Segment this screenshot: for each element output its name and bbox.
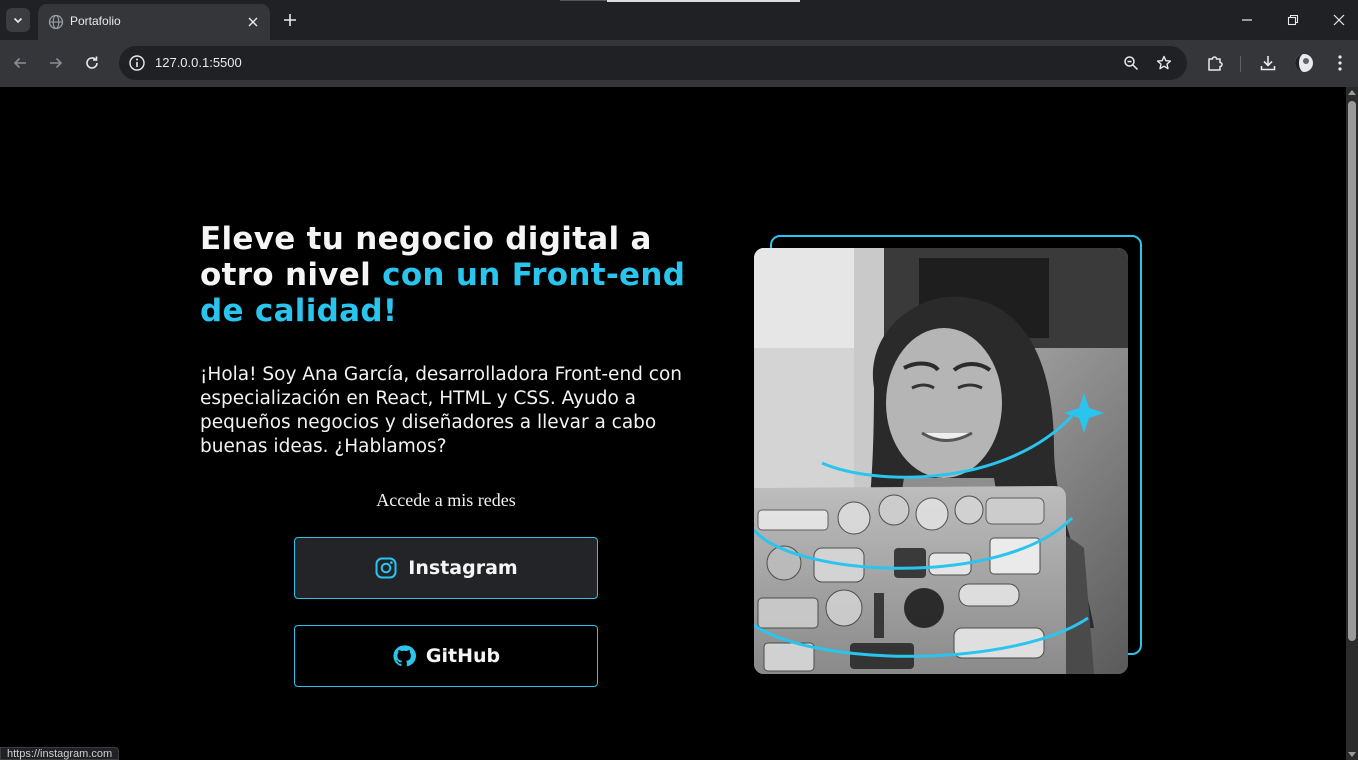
intro-paragraph: ¡Hola! Soy Ana García, desarrolladora Fr… [200, 364, 683, 457]
extensions-icon [1208, 56, 1223, 71]
portfolio-page: Eleve tu negocio digital a otro nivel co… [0, 87, 1346, 760]
extensions-button[interactable] [1204, 52, 1226, 74]
instagram-icon [375, 557, 397, 579]
toolbar-divider [1240, 56, 1241, 72]
instagram-button[interactable]: Instagram [294, 537, 598, 599]
globe-favicon-icon [48, 14, 64, 30]
portrait-illustration [754, 248, 1128, 674]
info-icon[interactable] [128, 54, 146, 72]
zoom-icon [1124, 56, 1139, 71]
back-arrow-icon [13, 57, 26, 69]
new-tab-button[interactable] [279, 9, 301, 31]
download-icon [1260, 56, 1276, 71]
url-text[interactable]: 127.0.0.1:5500 [155, 55, 242, 70]
bookmark-button[interactable] [1155, 54, 1173, 72]
github-icon [393, 645, 416, 667]
star-icon [1156, 55, 1172, 70]
address-bar[interactable]: 127.0.0.1:5500 [119, 46, 1187, 80]
scrollbar-thumb[interactable] [1348, 101, 1356, 641]
restore-icon [1287, 14, 1299, 26]
minimize-button[interactable] [1232, 8, 1262, 32]
tab-strip-edge [560, 0, 607, 1]
page-scrollbar[interactable] [1346, 87, 1358, 760]
back-button[interactable] [9, 52, 31, 74]
reload-button[interactable] [81, 52, 103, 74]
instagram-label: Instagram [408, 557, 518, 579]
reload-icon [86, 56, 98, 69]
profile-icon [1295, 54, 1313, 72]
browser-toolbar: 127.0.0.1:5500 [0, 40, 1358, 87]
tab-strip-edge [607, 0, 800, 2]
tab-title: Portafolio [70, 14, 121, 28]
scroll-down-arrow[interactable] [1348, 752, 1356, 757]
downloads-button[interactable] [1257, 52, 1279, 74]
profile-button[interactable] [1293, 52, 1315, 74]
restore-button[interactable] [1278, 8, 1308, 32]
browser-tab-strip: Portafolio [0, 0, 1358, 40]
plus-icon [284, 14, 296, 26]
chevron-down-icon [13, 17, 23, 24]
tab-search-button[interactable] [6, 8, 30, 32]
scroll-up-arrow[interactable] [1348, 90, 1356, 95]
close-window-button[interactable] [1324, 8, 1354, 32]
forward-arrow-icon [50, 57, 63, 69]
tab-close-button[interactable] [244, 13, 262, 31]
forward-button[interactable] [45, 52, 67, 74]
github-label: GitHub [425, 645, 501, 667]
social-caption: Accede a mis redes [376, 490, 516, 510]
hero-headline: Eleve tu negocio digital a otro nivel co… [200, 221, 720, 329]
zoom-button[interactable] [1122, 54, 1140, 72]
close-icon [248, 17, 258, 27]
close-icon [1333, 14, 1345, 26]
more-icon [1338, 55, 1342, 71]
github-button[interactable]: GitHub [294, 625, 598, 687]
minimize-icon [1242, 19, 1252, 21]
link-status-bar: https://instagram.com [0, 747, 120, 760]
hero-photo [754, 248, 1128, 674]
tab-portafolio[interactable]: Portafolio [38, 4, 270, 40]
more-menu-button[interactable] [1329, 52, 1351, 74]
hero-image-block [752, 233, 1146, 675]
